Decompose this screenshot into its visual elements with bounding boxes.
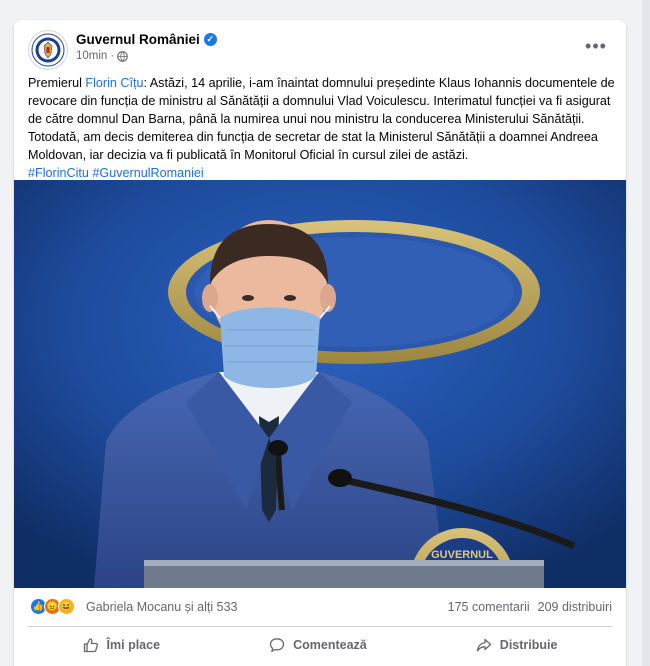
globe-icon xyxy=(117,50,128,62)
post-header: Guvernul României ✓ 10min · ••• xyxy=(14,20,626,72)
post-text-prefix: Premierul xyxy=(28,76,86,90)
press-conference-photo: GUVERNUL xyxy=(14,180,626,588)
page-name[interactable]: Guvernul României xyxy=(76,32,200,47)
seal-text: GUVERNUL xyxy=(431,549,493,561)
engagement-counts: 175 comentarii 209 distribuiri xyxy=(448,600,612,614)
mention-link[interactable]: Florin Cîțu xyxy=(85,76,143,90)
comment-button[interactable]: Comentează xyxy=(249,631,387,659)
comments-count[interactable]: 175 comentarii xyxy=(448,600,530,614)
hashtag-link[interactable]: #GuvernulRomaniei xyxy=(92,166,203,180)
thumbs-up-icon xyxy=(83,637,98,652)
post-photo[interactable]: GUVERNUL xyxy=(14,180,626,588)
post-card: Guvernul României ✓ 10min · ••• Premieru… xyxy=(14,20,626,666)
more-options-icon: ••• xyxy=(585,36,607,56)
reactors-summary[interactable]: Gabriela Mocanu și alți 533 xyxy=(86,600,237,614)
shares-count[interactable]: 209 distribuiri xyxy=(538,600,612,614)
post-timestamp[interactable]: 10min xyxy=(76,50,107,62)
post-text: Premierul Florin Cîțu: Astăzi, 14 aprili… xyxy=(28,74,618,182)
post-actions: Îmi place Comentează Distribuie xyxy=(28,626,612,662)
separator-dot: · xyxy=(110,50,115,62)
like-button[interactable]: Îmi place xyxy=(63,631,181,659)
verified-badge-icon: ✓ xyxy=(203,33,217,46)
hashtag-link[interactable]: #FlorinCitu xyxy=(28,166,89,180)
post-meta: 10min · xyxy=(76,50,128,62)
share-arrow-icon xyxy=(476,638,491,651)
more-options-button[interactable]: ••• xyxy=(580,36,612,60)
haha-reaction-icon: 😆 xyxy=(58,598,75,615)
like-label: Îmi place xyxy=(106,637,161,652)
page-name-link[interactable]: Guvernul României ✓ xyxy=(76,32,217,47)
share-label: Distribuie xyxy=(499,637,558,652)
government-logo-icon xyxy=(31,33,65,67)
reaction-icons[interactable]: 👍 😠 😆 xyxy=(30,598,75,615)
share-button[interactable]: Distribuie xyxy=(456,631,578,659)
speech-bubble-icon xyxy=(269,637,285,652)
page-avatar[interactable] xyxy=(28,30,68,70)
comment-label: Comentează xyxy=(293,637,367,652)
post-stats: 👍 😠 😆 Gabriela Mocanu și alți 533 175 co… xyxy=(14,594,626,620)
page-scrollbar-track[interactable] xyxy=(642,0,650,666)
